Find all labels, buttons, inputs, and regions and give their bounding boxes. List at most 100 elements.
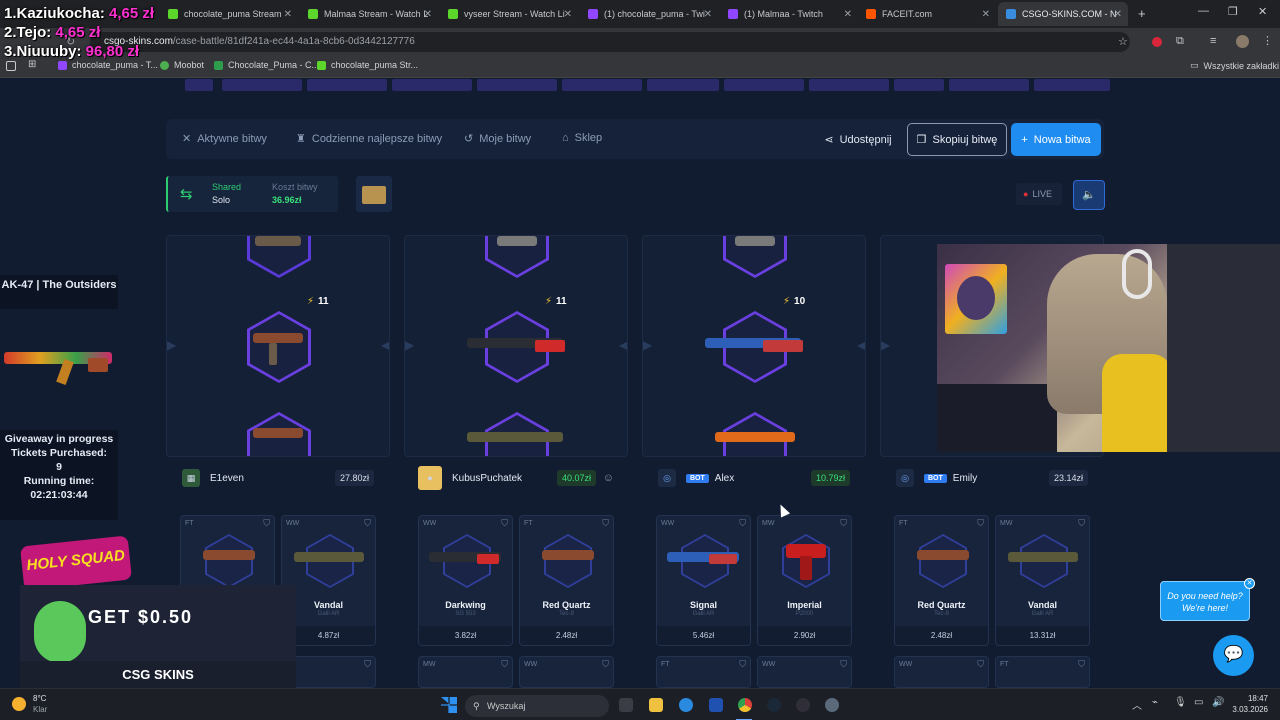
kick-icon [308,9,318,19]
nav-my-battles[interactable]: ↺ Moje bitwy [464,132,531,146]
new-battle-button[interactable]: + Nowa bitwa [1011,123,1101,156]
browser-tab-1[interactable]: chocolate_puma Stream ✕ [160,2,298,26]
item-card[interactable]: FT ⛉ [656,656,751,688]
browser-tab-3[interactable]: vyseer Stream - Watch Li ✕ [440,2,578,26]
taskbar-search[interactable]: ⚲ Wyszukaj [465,695,609,717]
restore-icon[interactable]: ❐ [1228,5,1238,18]
bookmark-2[interactable]: Moobot [160,60,204,70]
browser-tab-6[interactable]: FACEIT.com ✕ [858,2,996,26]
live-drop-item[interactable] [809,79,889,91]
shield-icon: ⛉ [977,659,984,669]
task-view-icon[interactable] [619,698,633,712]
all-bookmarks[interactable]: ▭ Wszystkie zakładki [1190,60,1279,71]
live-drop-item[interactable] [477,79,557,91]
item-card[interactable]: MW ⛉ Imperial P2000 2.90zł [757,515,852,646]
search-icon: ⚲ [473,701,480,711]
live-drop-item[interactable] [307,79,387,91]
shield-icon: ⛉ [364,659,371,669]
help-bubble[interactable]: Do you need help? We're here! [1160,581,1250,621]
nav-daily-best[interactable]: ♜ Codzienne najlepsze bitwy [296,132,442,146]
browser-tab-4[interactable]: (1) chocolate_puma - Twi ✕ [580,2,718,26]
close-icon[interactable]: ✕ [1244,578,1255,589]
live-drop-item[interactable] [1034,79,1110,91]
item-card[interactable]: WW ⛉ [894,656,989,688]
leaderboard-row: 2.Tejo: 4,65 zł [4,24,101,41]
player-row: ▦ E1even 27.80zł [166,463,390,493]
display-icon[interactable]: ▭ [1194,697,1203,708]
nav-shop[interactable]: ⌂ Sklep [562,132,602,144]
url-field[interactable]: csgo-skins.com/case-battle/81df241a-ec44… [90,32,1130,52]
trophy-icon: ♜ [296,133,306,145]
menu-icon[interactable]: ⋮ [1262,34,1273,47]
star-icon[interactable]: ☆ [1118,35,1128,48]
sound-toggle[interactable]: 🔈 [1073,180,1105,210]
volume-icon[interactable]: 🔊 [1212,697,1224,708]
tab-search-icon[interactable] [6,61,16,71]
live-drop-item[interactable] [647,79,719,91]
store-icon[interactable] [709,698,723,712]
item-card[interactable]: WW ⛉ [757,656,852,688]
item-card[interactable]: FT ⛉ Red Quartz Tec-9 2.48zł [894,515,989,646]
item-card[interactable]: MW ⛉ [418,656,513,688]
weapon-accent [477,554,499,564]
close-icon[interactable]: ✕ [284,9,292,20]
chat-launcher[interactable]: 💬 [1213,635,1254,676]
minimize-icon[interactable]: — [1198,5,1209,17]
emoji-icon[interactable]: ☺ [603,472,614,484]
live-drop-item[interactable] [562,79,642,91]
shield-icon: ⛉ [263,518,270,528]
weather-icon[interactable] [12,697,26,711]
item-card[interactable]: MW ⛉ Vandal Galil AR 13.31zł [995,515,1090,646]
spinner-panel: ⚡ 11 ▶ ◀ [166,235,390,457]
close-icon[interactable]: ✕ [1114,9,1122,20]
live-drop-item[interactable] [222,79,302,91]
chrome-icon[interactable] [738,698,752,712]
nav-active-battles[interactable]: ✕ Aktywne bitwy [182,132,267,146]
bookmark-1[interactable]: chocolate_puma - T... [58,60,158,70]
item-card[interactable]: FT ⛉ Red Quartz Tec-9 2.48zł [519,515,614,646]
windows-start-icon[interactable] [441,697,457,713]
item-card[interactable]: WW ⛉ Darkwing SG 553 3.82zł [418,515,513,646]
browser-tab-2[interactable]: Malmaa Stream - Watch L ✕ [300,2,438,26]
share-button[interactable]: ⋖ Udostępnij [822,123,894,156]
settings-icon[interactable] [825,698,839,712]
extensions-icon[interactable]: ⧉ [1176,35,1184,48]
close-icon[interactable]: ✕ [704,9,712,20]
live-drop-item[interactable] [185,79,213,91]
browser-tab-5[interactable]: (1) Malmaa - Twitch ✕ [720,2,858,26]
obs-icon[interactable] [796,698,810,712]
window-close-icon[interactable]: ✕ [1258,5,1267,18]
live-drop-item[interactable] [392,79,472,91]
bookmark-3[interactable]: Chocolate_Puma - C... [214,60,319,70]
chevron-up-icon[interactable]: ︿ [1132,697,1142,712]
live-drop-item[interactable] [949,79,1029,91]
microphone-icon[interactable]: 🎙 [1174,697,1187,708]
arrow-left-icon: ◀ [619,338,628,352]
case-thumbnail[interactable] [356,176,392,212]
network-icon[interactable]: ⌁ [1152,697,1158,708]
item-card[interactable]: WW ⛉ [519,656,614,688]
running-time: 02:21:03:44 [30,489,88,501]
item-card[interactable]: WW ⛉ Signal Galil AR 5.46zł [656,515,751,646]
close-icon[interactable]: ✕ [844,9,852,20]
live-drop-item[interactable] [724,79,804,91]
item-hex [205,534,253,588]
new-tab-button[interactable]: + [1138,6,1146,21]
close-icon[interactable]: ✕ [564,9,572,20]
bookmark-4[interactable]: chocolate_puma Str... [317,60,418,70]
edge-icon[interactable] [679,698,693,712]
tickets-label: Tickets Purchased: [10,447,108,459]
item-card[interactable]: FT ⛉ [995,656,1090,688]
extension-icon[interactable] [1152,37,1162,47]
leaderboard-row: 1.Kaziukocha: 4,65 zł [4,5,155,22]
live-drop-item[interactable] [894,79,944,91]
steam-icon[interactable] [767,698,781,712]
arrow-left-icon: ◀ [381,338,390,352]
media-icon[interactable]: ≡ [1210,35,1216,47]
browser-tab-active[interactable]: CSGO-SKINS.COM - N ✕ [998,2,1128,26]
file-explorer-icon[interactable] [649,698,663,712]
profile-avatar[interactable] [1236,35,1249,48]
close-icon[interactable]: ✕ [982,9,990,20]
copy-battle-button[interactable]: ❐ Skopiuj bitwę [907,123,1007,156]
close-icon[interactable]: ✕ [424,9,432,20]
